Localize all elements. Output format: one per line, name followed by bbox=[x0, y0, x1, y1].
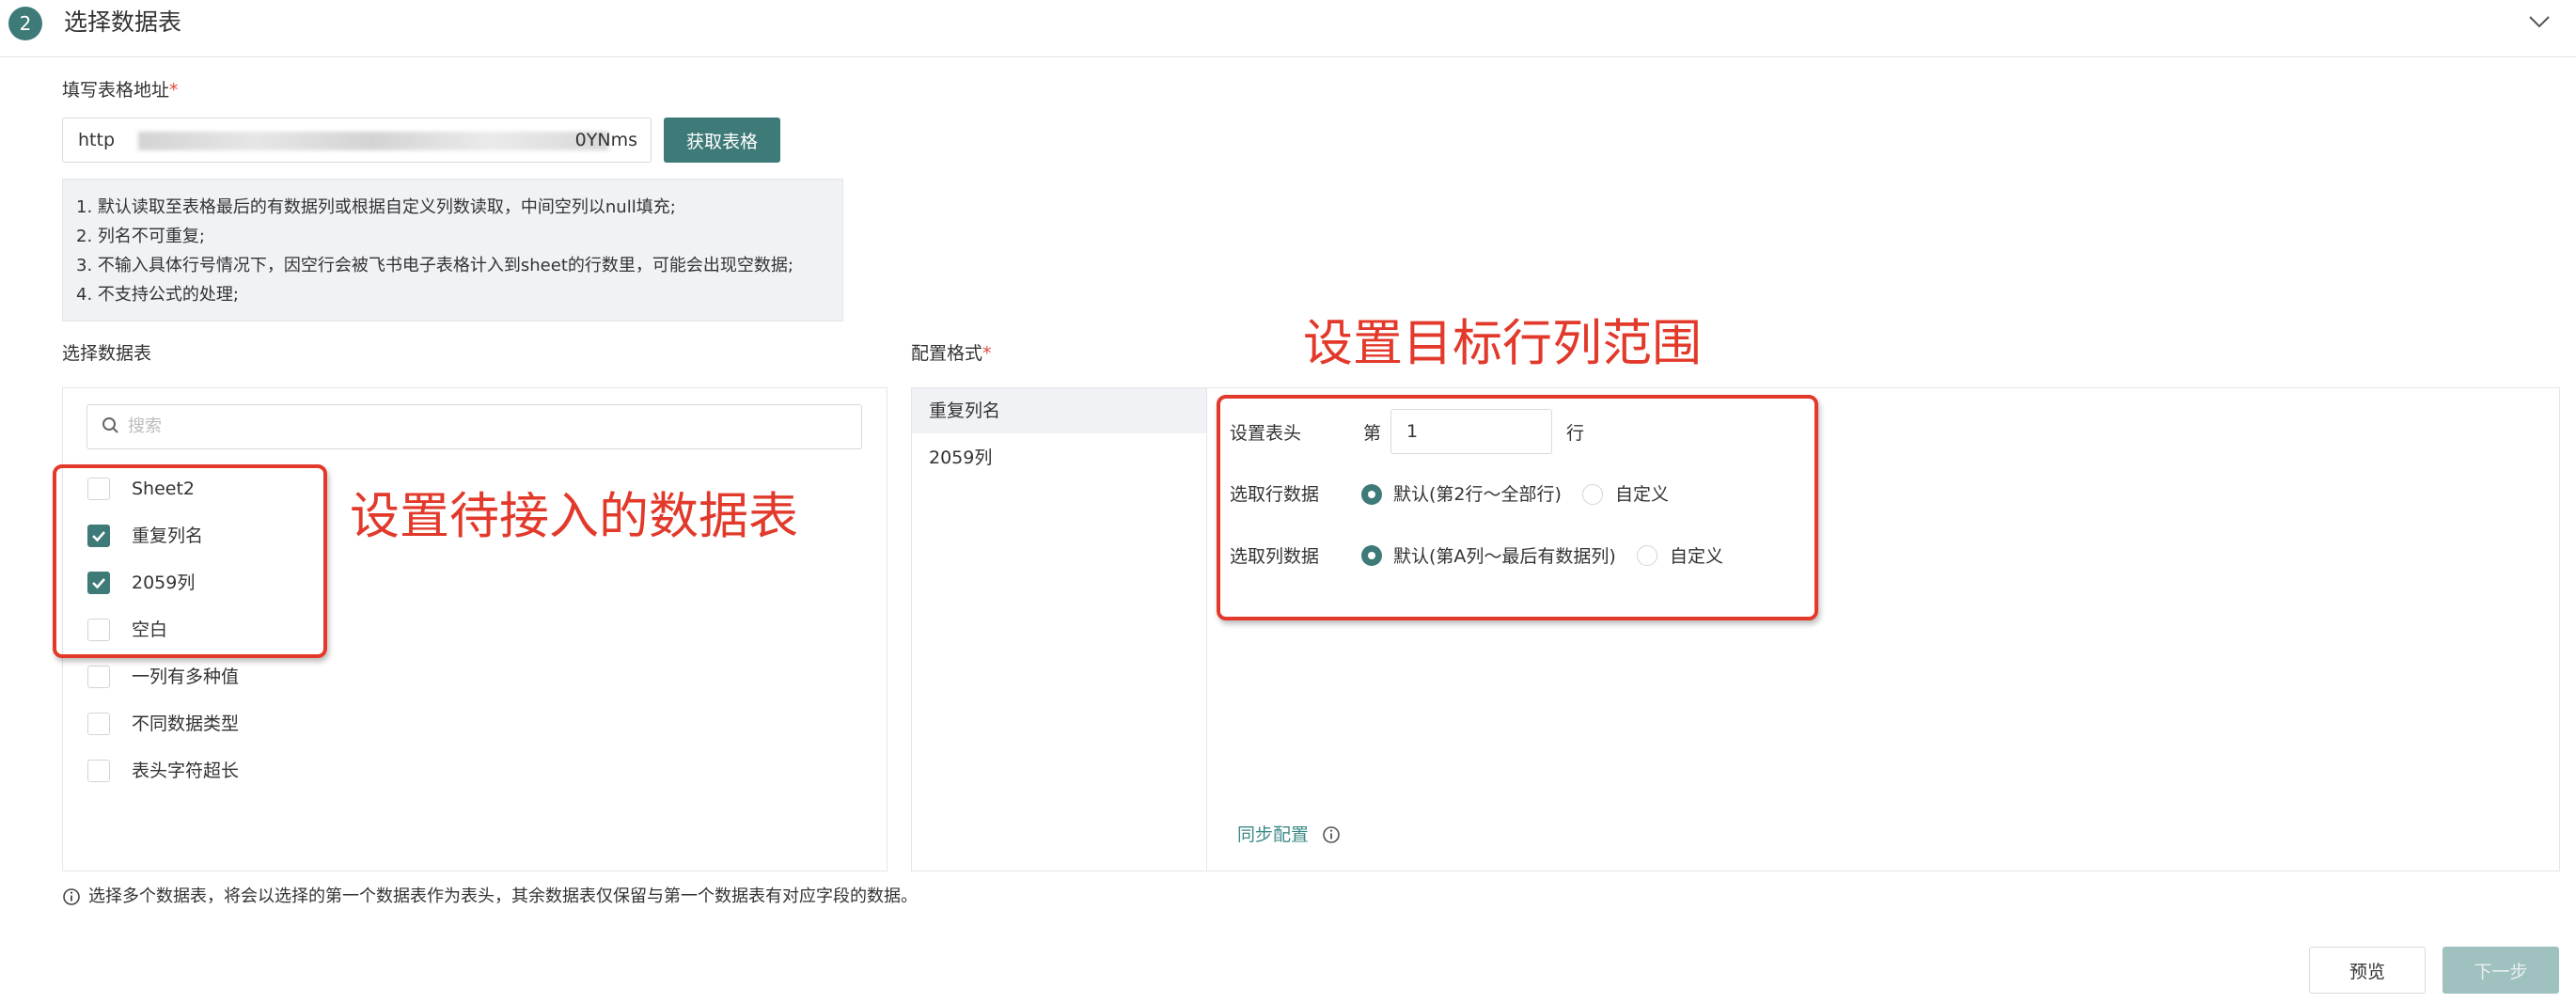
checkbox-diff-types[interactable] bbox=[87, 713, 110, 735]
notice-line: 2. 列名不可重复; bbox=[76, 227, 205, 246]
table-item-label[interactable]: 不同数据类型 bbox=[132, 713, 239, 735]
notice-box: 1. 默认读取至表格最后的有数据列或根据自定义列数读取，中间空列以null填充;… bbox=[62, 179, 843, 322]
table-item-label[interactable]: 一列有多种值 bbox=[132, 666, 239, 688]
info-icon bbox=[62, 887, 81, 910]
annotation-box-left bbox=[53, 464, 327, 658]
config-format-label: 配置格式* bbox=[911, 343, 992, 364]
info-icon[interactable] bbox=[1322, 825, 1341, 848]
header-divider bbox=[0, 56, 2576, 57]
chevron-down-icon[interactable] bbox=[2525, 8, 2553, 36]
sync-config-link[interactable]: 同步配置 bbox=[1237, 824, 1309, 846]
url-value-end: 0YNms bbox=[574, 130, 637, 150]
sheet-url-input[interactable]: http 0YNms bbox=[62, 118, 652, 163]
url-value-start: http bbox=[78, 130, 116, 150]
notice-line: 4. 不支持公式的处理; bbox=[76, 285, 239, 305]
table-search-input[interactable] bbox=[86, 404, 862, 449]
annotation-text-left: 设置待接入的数据表 bbox=[350, 488, 798, 545]
select-tables-label: 选择数据表 bbox=[62, 343, 152, 364]
notice-line: 1. 默认读取至表格最后的有数据列或根据自定义列数读取，中间空列以null填充; bbox=[76, 197, 676, 217]
url-redacted-blur bbox=[138, 132, 608, 150]
next-step-button[interactable]: 下一步 bbox=[2442, 947, 2559, 994]
config-sheet-item-active[interactable]: 重复列名 bbox=[929, 400, 1000, 422]
search-placeholder: 搜索 bbox=[128, 416, 162, 436]
table-item-label[interactable]: 表头字符超长 bbox=[132, 760, 239, 782]
notice-line: 3. 不输入具体行号情况下，因空行会被飞书电子表格计入到sheet的行数里，可能… bbox=[76, 256, 793, 275]
preview-button[interactable]: 预览 bbox=[2309, 947, 2426, 994]
fetch-sheet-button[interactable]: 获取表格 bbox=[664, 118, 780, 163]
step-number-badge: 2 bbox=[8, 7, 42, 40]
config-sheet-item[interactable]: 2059列 bbox=[929, 447, 992, 469]
footer-note: 选择多个数据表，将会以选择的第一个数据表作为表头，其余数据表仅保留与第一个数据表… bbox=[88, 886, 918, 906]
annotation-text-right: 设置目标行列范围 bbox=[1303, 315, 1702, 372]
annotation-box-right bbox=[1217, 395, 1818, 620]
url-field-label: 填写表格地址* bbox=[62, 80, 179, 101]
checkbox-long-header[interactable] bbox=[87, 760, 110, 782]
search-icon bbox=[102, 416, 120, 439]
checkbox-multi-values[interactable] bbox=[87, 666, 110, 688]
step-title: 选择数据表 bbox=[64, 8, 182, 36]
